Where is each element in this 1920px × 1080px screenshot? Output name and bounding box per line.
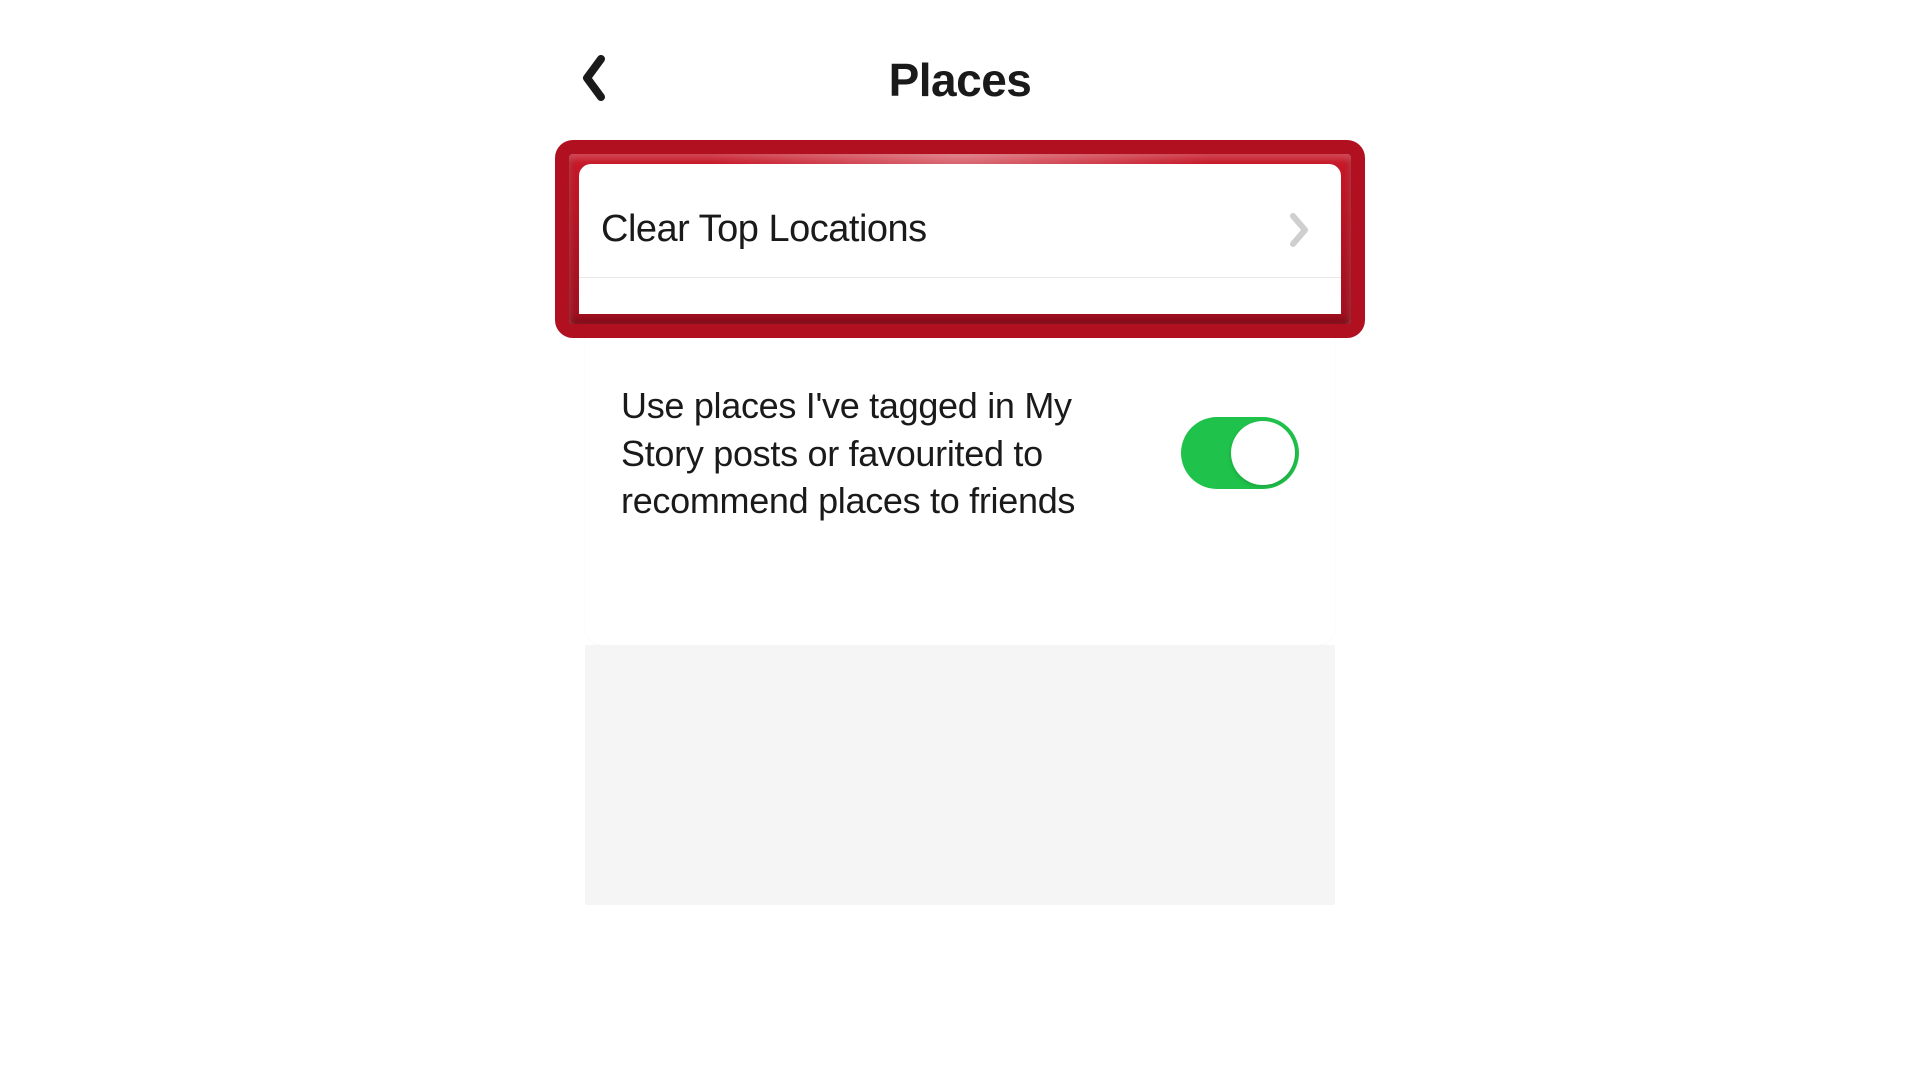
- toggle-knob: [1231, 421, 1295, 485]
- chevron-right-icon: [1289, 212, 1311, 248]
- header: Places: [555, 40, 1365, 120]
- toggle-label: Use places I've tagged in My Story posts…: [621, 382, 1141, 525]
- clear-top-locations-row[interactable]: Clear Top Locations: [579, 182, 1341, 278]
- back-button[interactable]: [575, 55, 615, 105]
- settings-card-top: Clear Top Locations: [579, 164, 1341, 278]
- places-settings-screen: Places Clear Top Locations Use places I'…: [555, 40, 1365, 905]
- page-title: Places: [575, 53, 1345, 107]
- highlight-annotation: Clear Top Locations: [555, 140, 1365, 338]
- background-area: [585, 645, 1335, 905]
- settings-card-bottom: Use places I've tagged in My Story posts…: [585, 338, 1335, 645]
- recommend-places-row: Use places I've tagged in My Story posts…: [621, 382, 1299, 525]
- chevron-left-icon: [581, 55, 609, 106]
- recommend-places-toggle[interactable]: [1181, 417, 1299, 489]
- row-label: Clear Top Locations: [601, 208, 927, 251]
